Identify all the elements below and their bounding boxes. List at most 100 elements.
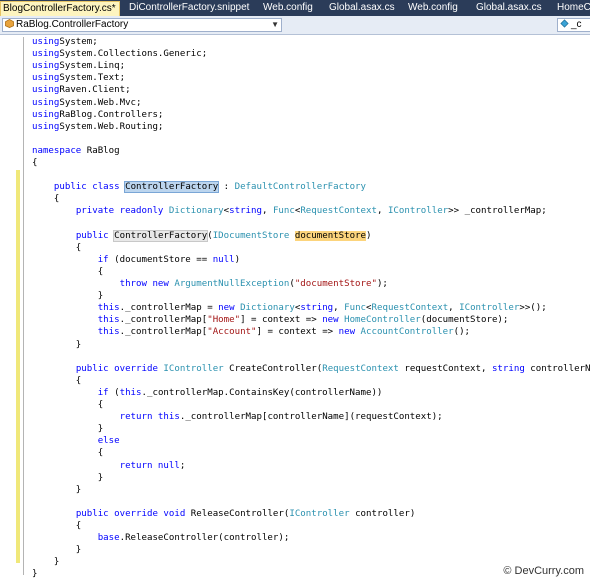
code-token: { — [32, 400, 104, 410]
code-token: , — [376, 206, 388, 217]
navigation-bar: RaBlog.ControllerFactory ▼ _c — [0, 16, 590, 35]
tab-web-config[interactable]: Web.config — [263, 0, 313, 16]
code-token: HomeController — [344, 315, 421, 326]
tab-dicontrollerfactory-snippet[interactable]: DiControllerFactory.snippet — [129, 0, 249, 16]
code-line: usingRaven.Client; — [32, 84, 131, 96]
code-token: return null — [119, 460, 180, 471]
code-token: new — [338, 327, 361, 338]
code-token: using — [32, 121, 60, 132]
code-line: } — [32, 568, 37, 580]
code-line: return this._controllerMap[controllerNam… — [32, 411, 443, 423]
tab-label: DiControllerFactory.snippet — [129, 2, 250, 13]
code-token: >> _controllerMap; — [448, 206, 547, 217]
member-dropdown[interactable]: _c — [557, 18, 590, 32]
code-token: ); — [376, 279, 388, 289]
code-token: AccountController — [360, 327, 454, 338]
code-line: usingRaBlog.Controllers; — [32, 109, 163, 121]
tab-label: Web.config — [263, 2, 313, 13]
code-token: } — [32, 545, 82, 556]
code-line: { — [32, 193, 59, 205]
code-token: "documentStore" — [294, 279, 377, 289]
code-editor[interactable]: usingSystem; usingSystem.Collections.Gene… — [32, 35, 590, 581]
code-line: { — [32, 266, 104, 278]
code-line: } — [32, 423, 104, 435]
code-token: requestContext, — [398, 363, 492, 374]
code-token: ) — [366, 230, 372, 241]
code-token: { — [32, 266, 104, 277]
document-tab-bar: BlogControllerFactory.cs* DiControllerFa… — [0, 0, 590, 16]
code-line: { — [32, 447, 104, 459]
code-token: IController — [163, 363, 224, 374]
tab-label: Global.asax.cs — [476, 2, 542, 13]
code-line: } — [32, 339, 81, 351]
code-line: usingSystem; — [32, 36, 98, 48]
code-token: , — [333, 303, 345, 314]
code-line: { — [32, 520, 81, 532]
tab-global-asax-cs[interactable]: Global.asax.cs — [329, 0, 395, 16]
code-line: { — [32, 157, 37, 169]
code-line: usingSystem.Web.Routing; — [32, 121, 163, 133]
code-token: { — [32, 521, 82, 531]
code-line: { — [32, 375, 81, 387]
code-token: RaBlog — [81, 145, 120, 156]
code-line: private readonly Dictionary<string, Func… — [32, 205, 547, 217]
code-line: this._controllerMap["Home"] = context =>… — [32, 314, 509, 326]
code-token: using — [32, 109, 60, 120]
code-token: { — [32, 448, 104, 459]
code-token: documentStore — [294, 230, 367, 241]
code-token: namespace — [32, 145, 82, 156]
code-token: RaBlog.Controllers; — [59, 109, 164, 120]
code-line: usingSystem.Text; — [32, 72, 125, 84]
code-line: throw new ArgumentNullException("documen… — [32, 278, 388, 290]
code-token: RequestContext — [371, 303, 449, 314]
code-line: } — [32, 484, 81, 496]
tab-web-config-2[interactable]: Web.config — [408, 0, 458, 16]
tab-label: Global.asax.cs — [329, 2, 395, 13]
code-token: Dictionary — [168, 206, 224, 217]
code-line: } — [32, 290, 104, 302]
code-token: string — [300, 303, 334, 314]
code-token: CreateController( — [223, 363, 323, 374]
code-token: throw new — [119, 279, 175, 289]
code-token: using — [32, 49, 60, 60]
code-line: public ControllerFactory(IDocumentStore … — [32, 229, 372, 242]
code-token: if — [97, 254, 109, 265]
code-token: Func — [272, 206, 295, 217]
code-token: controller) — [349, 508, 416, 519]
code-token: ._controllerMap.ContainsKey(controllerNa… — [141, 387, 383, 398]
code-line: usingSystem.Web.Mvc; — [32, 97, 142, 109]
tab-homecontroller[interactable]: HomeCo — [557, 0, 590, 16]
code-token: System.Collections.Generic; — [59, 49, 208, 60]
type-dropdown[interactable]: RaBlog.ControllerFactory ▼ — [2, 18, 282, 32]
code-token: ReleaseController( — [190, 508, 290, 519]
code-line: } — [32, 544, 81, 556]
code-line: namespace RaBlog — [32, 145, 120, 157]
code-line: return null; — [32, 460, 186, 472]
code-line: else — [32, 435, 120, 447]
code-token: { — [32, 158, 38, 168]
member-dropdown-value: _c — [571, 19, 582, 30]
code-line: if (documentStore == null) — [32, 254, 240, 266]
code-line: usingSystem.Collections.Generic; — [32, 48, 207, 60]
code-token: using — [32, 97, 60, 108]
code-token: this — [97, 315, 120, 326]
code-token: ( — [108, 387, 120, 398]
code-token: { — [32, 194, 60, 205]
code-token: System.Text; — [59, 73, 126, 84]
change-tracking-bar — [16, 170, 20, 563]
tab-blogcontrollerfactory[interactable]: BlogControllerFactory.cs* — [0, 1, 120, 16]
chevron-down-icon: ▼ — [271, 20, 279, 29]
tab-global-asax-cs-2[interactable]: Global.asax.cs — [476, 0, 542, 16]
editor-gutter — [0, 35, 16, 581]
code-token: , — [448, 303, 460, 314]
outlining-margin — [23, 37, 24, 575]
code-token: RequestContext — [322, 363, 399, 374]
code-token: "Home" — [207, 315, 241, 326]
code-token: IController — [387, 206, 449, 217]
